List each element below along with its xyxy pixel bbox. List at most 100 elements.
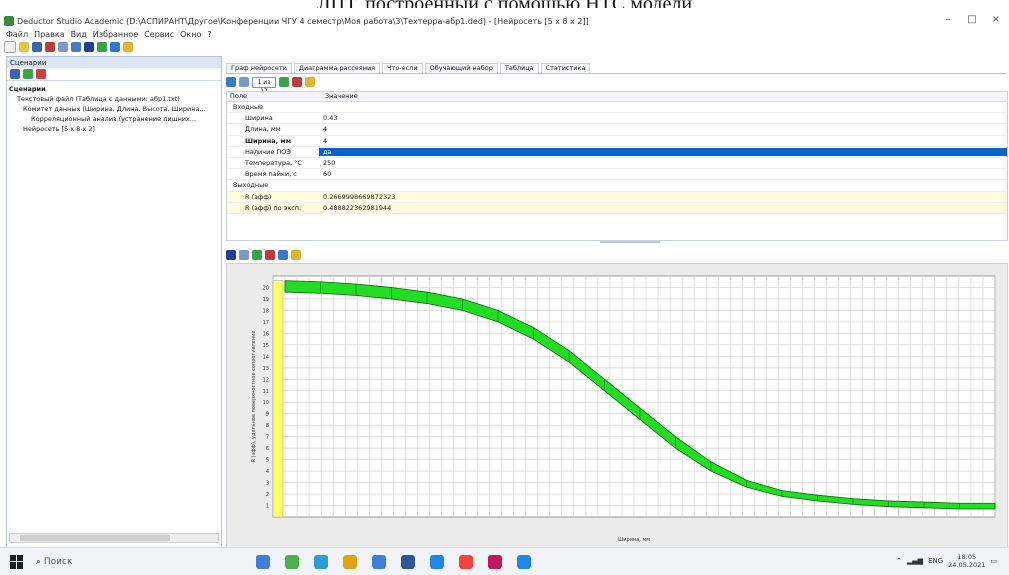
table-row[interactable]: Ширина 0.43 (227, 113, 1007, 125)
next-record-icon[interactable] (279, 77, 289, 87)
chart-zoom-icon[interactable] (265, 250, 275, 260)
what-if-table: Поле Значение Входные Ширина 0.43 Длина, … (226, 91, 1008, 241)
scroll-thumb[interactable] (20, 535, 170, 541)
tree-item[interactable]: Сценарии (9, 84, 219, 94)
chevron-up-icon[interactable]: ⌃ (896, 557, 902, 565)
delete-record-icon[interactable] (292, 77, 302, 87)
run-icon[interactable] (97, 42, 107, 52)
new-icon[interactable] (4, 41, 16, 53)
field-value[interactable]: 60 (319, 170, 1007, 178)
table-row[interactable]: Длина, мм 4 (227, 124, 1007, 136)
chart-axis-icon[interactable] (278, 250, 288, 260)
menu-file[interactable]: Файл (6, 30, 28, 39)
record-navigator: 1 из 17 (226, 76, 726, 95)
horizontal-scrollbar[interactable] (9, 533, 219, 543)
inputs-group[interactable]: Входные (227, 102, 1007, 114)
chart-export-icon[interactable] (291, 250, 301, 260)
app-icon[interactable] (430, 554, 444, 569)
delete-icon[interactable] (36, 69, 46, 79)
tree-item[interactable]: Корреляционный анализ (устранение лишних… (9, 114, 219, 124)
calculate-icon[interactable] (305, 77, 315, 87)
tab-scatter[interactable]: Диаграмма рассеяния (293, 62, 381, 73)
save-icon[interactable] (32, 42, 42, 52)
wizard-icon[interactable] (10, 69, 20, 79)
store-icon[interactable] (372, 554, 386, 569)
edge-icon[interactable] (314, 554, 328, 569)
tab-statistics[interactable]: Статистика (540, 62, 591, 73)
table-row[interactable]: Температура, °С 250 (227, 158, 1007, 170)
view-icon[interactable] (110, 42, 120, 52)
open-icon[interactable] (19, 42, 29, 52)
favorite-icon[interactable] (123, 42, 133, 52)
app-icon[interactable] (488, 554, 502, 569)
tree-item[interactable]: Комитет данных (Ширина, Длина, Высота, Ш… (9, 104, 219, 114)
task-view-icon[interactable] (256, 554, 270, 569)
tree-item[interactable]: Нейросеть [5 x 8 x 2] (9, 124, 219, 134)
app-icon[interactable] (459, 554, 473, 569)
y-tick-label: 17 (263, 320, 269, 326)
app-icon[interactable] (517, 554, 531, 569)
file-explorer-icon[interactable] (343, 554, 357, 569)
table-row[interactable]: R (эфф) 0.2669998669872323 (227, 191, 1007, 203)
chart-legend-icon[interactable] (239, 250, 249, 260)
grid-icon[interactable] (84, 42, 94, 52)
sensitivity-chart: 1 2 3 4 5 6 7 8 9 10 11 12 13 14 15 16 17 18 19 20 Ширина, м… (226, 263, 1008, 548)
field-name: Время пайки, с (245, 170, 297, 179)
system-tray: ⌃ ▂▄▆ ENG 18:05 24.05.2021 ▭ (896, 553, 997, 569)
menu-window[interactable]: Окно (180, 30, 201, 39)
menu-edit[interactable]: Правка (34, 30, 64, 39)
menu-favorites[interactable]: Избранное (93, 30, 138, 39)
y-tick-label: 14 (263, 354, 269, 360)
table-row[interactable]: Время пайки, с 60 (227, 169, 1007, 181)
field-value[interactable]: да (319, 147, 1007, 156)
taskbar-apps (256, 554, 531, 569)
minimize-button[interactable]: – (939, 14, 957, 25)
chart-series-icon[interactable] (252, 250, 262, 260)
windows-taskbar: ⌕ Поиск ⌃ ▂▄▆ ENG 18:05 24.05.2021 ▭ (0, 547, 1009, 575)
field-value[interactable]: 4 (319, 137, 1007, 145)
field-value[interactable]: 4 (319, 125, 1007, 133)
tree-item[interactable]: Текстовый файл (Таблица с данными: абр1.… (9, 94, 219, 104)
menu-view[interactable]: Вид (71, 30, 87, 39)
tab-training-set[interactable]: Обучающий набор (424, 62, 498, 73)
menu-help[interactable]: ? (207, 30, 211, 39)
word-icon[interactable] (401, 554, 415, 569)
taskbar-search[interactable]: ⌕ Поиск (36, 553, 176, 571)
splitter-handle[interactable] (600, 241, 660, 243)
outputs-group[interactable]: Выходные (227, 180, 1007, 192)
tab-network-graph[interactable]: Граф нейросети (226, 62, 292, 73)
table-row[interactable]: R (эфф) по эксп. 0.488822362981944 (227, 202, 1007, 214)
y-tick-label: 11 (263, 389, 269, 395)
table-row[interactable]: Ширина, мм 4 (227, 136, 1007, 147)
field-value[interactable]: 250 (319, 159, 1007, 167)
wizard-icon[interactable] (71, 42, 81, 52)
panel-toolbar (7, 68, 221, 81)
y-tick-label: 20 (263, 285, 269, 291)
network-icon[interactable]: ▂▄▆ (907, 557, 923, 565)
chart-type-icon[interactable] (226, 250, 236, 260)
app-icon[interactable] (285, 554, 299, 569)
cut-icon[interactable] (45, 42, 55, 52)
menu-service[interactable]: Сервис (144, 30, 174, 39)
prev-record-icon[interactable] (239, 77, 249, 87)
first-record-icon[interactable] (226, 77, 236, 87)
language-indicator[interactable]: ENG (928, 557, 943, 565)
clock[interactable]: 18:05 24.05.2021 (948, 553, 985, 569)
tab-what-if[interactable]: Что-если (382, 62, 423, 73)
tab-table[interactable]: Таблица (499, 62, 539, 73)
windows-start-icon[interactable] (10, 554, 24, 569)
clock-date: 24.05.2021 (948, 561, 986, 569)
table-row-selected[interactable]: Наличие ПОЭ да (227, 147, 1007, 158)
record-counter[interactable]: 1 из 17 (252, 76, 276, 95)
chart-toolbar (226, 249, 626, 261)
window-title: Deductor Studio Academic (D:\АСПИРАНТ\Др… (17, 16, 589, 26)
field-value[interactable]: 0.43 (319, 114, 1007, 122)
window-titlebar: Deductor Studio Academic (D:\АСПИРАНТ\Др… (0, 14, 1009, 28)
maximize-button[interactable]: □ (963, 14, 981, 25)
notifications-icon[interactable]: ▭ (990, 557, 997, 565)
import-icon[interactable] (23, 69, 33, 79)
chart-side-panel (272, 280, 284, 518)
close-button[interactable]: × (987, 14, 1005, 25)
scenario-tree: Сценарии Текстовый файл (Таблица с данны… (7, 81, 221, 137)
copy-icon[interactable] (58, 42, 68, 52)
